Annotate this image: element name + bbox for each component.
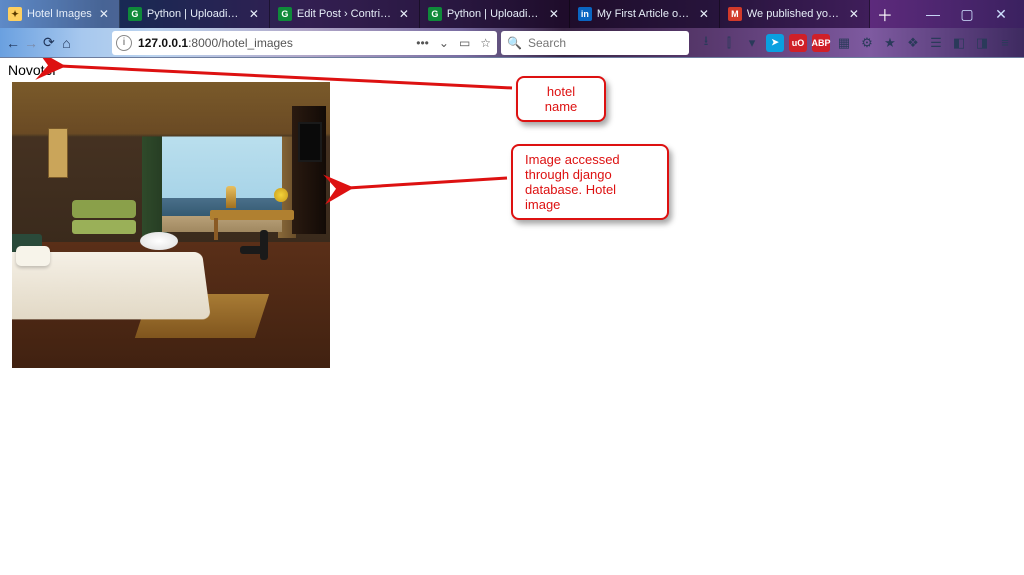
tab-label: Python | Uploading im… xyxy=(447,8,542,20)
hotel-name-text: Novotel xyxy=(8,62,55,78)
extension-idm-icon[interactable]: ➤ xyxy=(766,34,784,52)
hotel-image xyxy=(12,82,330,368)
extension-abp-icon[interactable]: ABP xyxy=(812,34,830,52)
pocket-icon[interactable]: ⌄ xyxy=(437,36,451,50)
bookmark-star-icon[interactable]: ☆ xyxy=(478,36,493,50)
tab-close-icon[interactable]: ✕ xyxy=(547,8,561,20)
tab-close-icon[interactable]: ✕ xyxy=(247,8,261,20)
tab-close-icon[interactable]: ✕ xyxy=(97,8,111,20)
toolbar-extensions: ⭳ ⫿ ▾ ➤ uO ABP ▦ ⚙ ★ ❖ ☰ ◧ ◨ ≡ xyxy=(693,34,1018,52)
address-bar[interactable]: i 127.0.0.1:8000/hotel_images ••• ⌄ ▭ ☆ xyxy=(112,31,497,55)
tab-python-upload-2[interactable]: G Python | Uploading im… ✕ xyxy=(420,0,570,28)
hamburger-menu-icon[interactable]: ≡ xyxy=(996,34,1014,52)
qr-icon[interactable]: ▦ xyxy=(835,34,853,52)
tab-edit-post[interactable]: G Edit Post › Contribute… ✕ xyxy=(270,0,420,28)
favicon-icon: G xyxy=(278,7,292,21)
window-minimize-icon[interactable]: — xyxy=(920,6,946,22)
window-close-icon[interactable]: ✕ xyxy=(988,6,1014,23)
favicon-icon: in xyxy=(578,7,592,21)
devtools-icon[interactable]: ❖ xyxy=(904,34,922,52)
tab-close-icon[interactable]: ✕ xyxy=(847,8,861,20)
search-box[interactable]: 🔍 xyxy=(501,31,689,55)
extension-ublock-icon[interactable]: uO xyxy=(789,34,807,52)
tab-label: Hotel Images xyxy=(27,8,92,20)
nav-home-icon[interactable]: ⌂ xyxy=(60,31,74,55)
sidebar-right-icon[interactable]: ◨ xyxy=(973,34,991,52)
fx-icon[interactable]: ★ xyxy=(881,34,899,52)
search-icon: 🔍 xyxy=(507,36,522,50)
page-viewport: Novotel hotel name Image accessed throug… xyxy=(0,58,1024,575)
favicon-icon: G xyxy=(128,7,142,21)
sidebar-left-icon[interactable]: ◧ xyxy=(950,34,968,52)
reader-icon[interactable]: ▭ xyxy=(457,36,472,50)
url-text: 127.0.0.1:8000/hotel_images xyxy=(138,36,293,50)
new-tab-button[interactable]: ＋ xyxy=(870,0,900,28)
tab-linkedin[interactable]: in My First Article on Gee… ✕ xyxy=(570,0,720,28)
annotation-hotel-name: hotel name xyxy=(516,76,606,122)
annotation-hotel-image: Image accessed through django database. … xyxy=(511,144,669,220)
search-input[interactable] xyxy=(528,36,683,50)
navbar: ← → ⟳ ⌂ i 127.0.0.1:8000/hotel_images ••… xyxy=(0,28,1024,58)
tab-close-icon[interactable]: ✕ xyxy=(397,8,411,20)
nav-back-icon[interactable]: ← xyxy=(6,31,20,55)
tab-label: My First Article on Gee… xyxy=(597,8,692,20)
tab-label: Python | Uploading im… xyxy=(147,8,242,20)
save-page-icon[interactable]: ☰ xyxy=(927,34,945,52)
favicon-icon: M xyxy=(728,7,742,21)
favicon-icon: G xyxy=(428,7,442,21)
page-actions-icon[interactable]: ••• xyxy=(414,36,431,50)
tab-hotel-images[interactable]: ✦ Hotel Images ✕ xyxy=(0,0,120,28)
downloads-icon[interactable]: ⭳ xyxy=(697,34,715,52)
tab-close-icon[interactable]: ✕ xyxy=(697,8,711,20)
tab-gmail[interactable]: M We published your art… ✕ xyxy=(720,0,870,28)
titlebar: ✦ Hotel Images ✕ G Python | Uploading im… xyxy=(0,0,1024,28)
window-maximize-icon[interactable]: ▢ xyxy=(954,6,980,23)
tab-label: Edit Post › Contribute… xyxy=(297,8,392,20)
nav-forward-icon[interactable]: → xyxy=(24,31,38,55)
tab-strip: ✦ Hotel Images ✕ G Python | Uploading im… xyxy=(0,0,910,28)
site-info-icon[interactable]: i xyxy=(116,35,132,51)
pocket-list-icon[interactable]: ▾ xyxy=(743,34,761,52)
tab-label: We published your art… xyxy=(747,8,842,20)
favicon-icon: ✦ xyxy=(8,7,22,21)
library-icon[interactable]: ⫿ xyxy=(720,34,738,52)
tab-python-upload-1[interactable]: G Python | Uploading im… ✕ xyxy=(120,0,270,28)
nav-reload-icon[interactable]: ⟳ xyxy=(42,31,56,55)
window-controls: — ▢ ✕ xyxy=(910,0,1024,28)
settings-gear-icon[interactable]: ⚙ xyxy=(858,34,876,52)
